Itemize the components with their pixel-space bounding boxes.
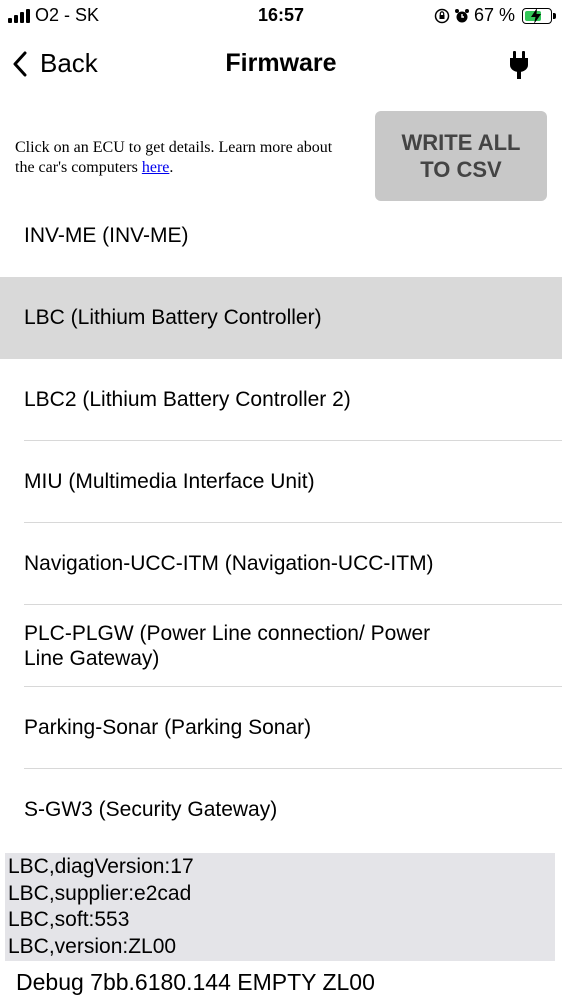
csv-button-line1: WRITE ALL — [401, 130, 521, 155]
learn-more-link[interactable]: here — [142, 159, 170, 176]
detail-line: LBC,supplier:e2cad — [8, 881, 192, 905]
intro-body: Click on an ECU to get details. Learn mo… — [15, 139, 333, 176]
debug-text: Debug 7bb.6180.144 EMPTY ZL00 — [16, 969, 375, 995]
ecu-label: INV-ME (INV-ME) — [24, 224, 189, 247]
status-right: 67 % — [434, 5, 556, 26]
ecu-label: Parking-Sonar (Parking Sonar) — [24, 716, 312, 739]
intro-suffix: . — [169, 159, 174, 176]
battery-percent: 67 % — [473, 5, 515, 25]
write-all-to-csv-button[interactable]: WRITE ALL TO CSV — [375, 111, 547, 201]
detail-line: LBC,soft:553 — [8, 908, 130, 931]
status-bar: O2 - SK 16:57 67 % — [0, 0, 562, 34]
ecu-item-miu[interactable]: MIU (Multimedia Interface Unit) — [0, 441, 562, 523]
ecu-item-parking-sonar[interactable]: Parking-Sonar (Parking Sonar) — [0, 687, 562, 769]
ecu-label: MIU (Multimedia Interface Unit) — [24, 470, 315, 493]
back-button[interactable]: Back — [12, 48, 98, 79]
ecu-item-s-gw3[interactable]: S-GW3 (Security Gateway) — [0, 769, 562, 851]
ecu-label: S-GW3 (Security Gateway) — [24, 798, 278, 821]
ecu-label: Navigation-UCC-ITM (Navigation-UCC-ITM) — [24, 552, 434, 575]
ecu-label: LBC (Lithium Battery Controller) — [24, 306, 322, 329]
csv-button-line2: TO CSV — [420, 157, 502, 182]
screen-rotation-lock-icon — [434, 8, 450, 23]
alarm-icon — [454, 8, 469, 22]
detail-line: LBC,diagVersion:17 — [8, 855, 194, 878]
ecu-label: PLC-PLGW (Power Line connection/ Power L… — [24, 622, 431, 670]
ecu-item-lbc[interactable]: LBC (Lithium Battery Controller) — [0, 277, 562, 359]
back-label: Back — [40, 48, 98, 78]
plug-icon[interactable] — [508, 50, 530, 80]
ecu-label: LBC2 (Lithium Battery Controller 2) — [24, 388, 351, 411]
detail-line: LBC,version:ZL00 — [8, 934, 177, 958]
ecu-item-navigation-ucc-itm[interactable]: Navigation-UCC-ITM (Navigation-UCC-ITM) — [0, 523, 562, 605]
chevron-left-icon — [13, 51, 27, 76]
ecu-item-plc-plgw[interactable]: PLC-PLGW (Power Line connection/ Power L… — [0, 605, 562, 687]
intro-text: Click on an ECU to get details. Learn mo… — [15, 138, 355, 178]
navigation-bar: Back Firmware — [0, 34, 562, 94]
ecu-item-inv-me[interactable]: INV-ME (INV-ME) — [0, 195, 562, 277]
ecu-list: INV-ME (INV-ME) LBC (Lithium Battery Con… — [0, 195, 562, 851]
ecu-details-panel: LBC,diagVersion:17 LBC,supplier:e2cad LB… — [5, 853, 555, 961]
battery-charging-icon — [522, 7, 556, 24]
ecu-item-lbc2[interactable]: LBC2 (Lithium Battery Controller 2) — [0, 359, 562, 441]
